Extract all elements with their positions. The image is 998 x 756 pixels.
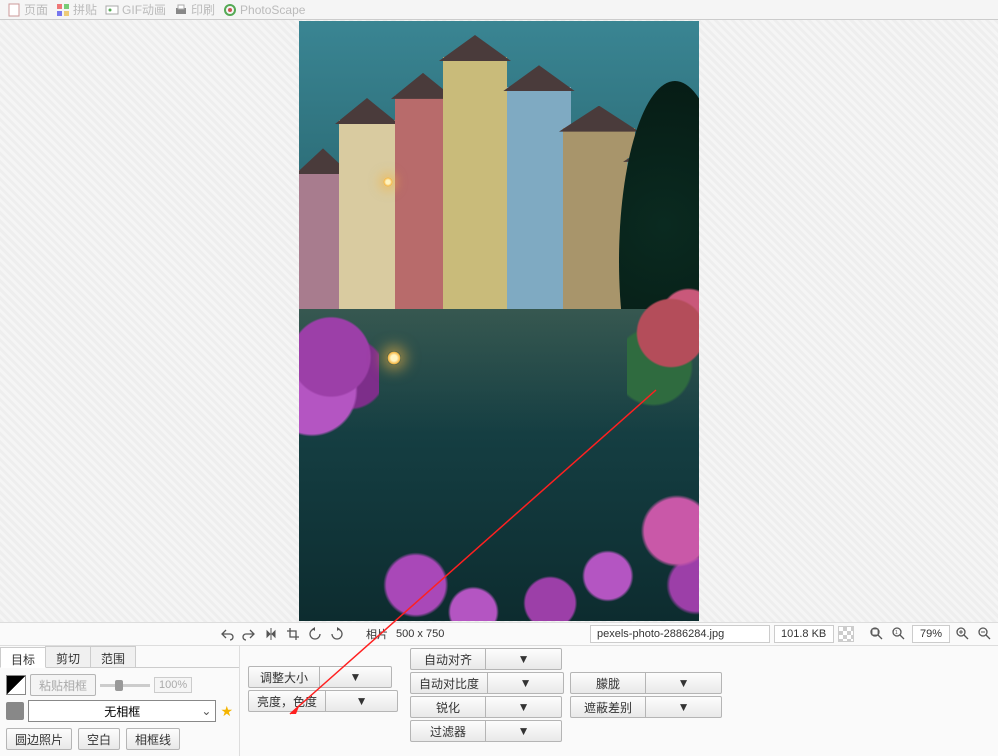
filename-field: pexels-photo-2886284.jpg <box>590 625 770 643</box>
lower-panel: 目标 剪切 范围 粘贴相框 100% 无相框 ⌄ ★ <box>0 646 998 756</box>
print-icon <box>174 3 188 17</box>
toolbar-label: PhotoScape <box>240 3 305 17</box>
toolbar-item-gif[interactable]: GIF动画 <box>102 1 169 18</box>
opacity-slider[interactable] <box>100 684 150 687</box>
filter-button[interactable]: 过滤器 <box>410 720 486 742</box>
brightness-split-button: 亮度，色度 ▼ <box>248 690 398 712</box>
frame-select[interactable]: 无相框 ⌄ <box>28 700 216 722</box>
undo-icon[interactable] <box>218 625 236 643</box>
toolbar-label: 印刷 <box>191 1 215 18</box>
transparency-icon[interactable] <box>838 626 854 642</box>
auto-contrast-button[interactable]: 自动对比度 <box>410 672 488 694</box>
toolbar-item-print[interactable]: 印刷 <box>171 1 218 18</box>
toolbar-label: 拼贴 <box>73 1 97 18</box>
auto-align-button[interactable]: 自动对齐 <box>410 648 486 670</box>
page-icon <box>7 3 21 17</box>
resize-split-button: 调整大小 ▼ <box>248 666 398 688</box>
rotate-left-icon[interactable] <box>306 625 324 643</box>
filesize-field: 101.8 KB <box>774 625 834 643</box>
image-label: 相片 <box>364 626 390 642</box>
tab-scope[interactable]: 范围 <box>90 646 136 667</box>
opacity-value: 100% <box>154 677 192 693</box>
info-bar: 相片 500 x 750 pexels-photo-2886284.jpg 10… <box>0 622 998 646</box>
zoom-field[interactable]: 79% <box>912 625 950 643</box>
mask-diff-dropdown[interactable]: ▼ <box>646 696 722 718</box>
tabs: 目标 剪切 范围 <box>0 646 239 668</box>
color-swatch-icon[interactable] <box>6 675 26 695</box>
chevron-down-icon: ⌄ <box>201 704 211 718</box>
toolbar-item-collage[interactable]: 拼贴 <box>53 1 100 18</box>
rotate-right-icon[interactable] <box>328 625 346 643</box>
zoom-fit-icon[interactable] <box>868 625 886 643</box>
round-photo-button[interactable]: 圆边照片 <box>6 728 72 750</box>
photo-preview <box>299 21 699 621</box>
auto-align-dropdown[interactable]: ▼ <box>486 648 562 670</box>
filter-dropdown[interactable]: ▼ <box>486 720 562 742</box>
frame-select-label: 无相框 <box>104 703 140 720</box>
mask-diff-button[interactable]: 遮蔽差别 <box>570 696 646 718</box>
blank-button[interactable]: 空白 <box>78 728 120 750</box>
photoscape-icon <box>223 3 237 17</box>
star-icon[interactable]: ★ <box>220 703 233 720</box>
zoom-in-icon[interactable] <box>954 625 972 643</box>
gif-icon <box>105 3 119 17</box>
frame-line-button[interactable]: 相框线 <box>126 728 180 750</box>
image-dimensions: 500 x 750 <box>394 628 446 640</box>
brightness-color-button[interactable]: 亮度，色度 <box>248 690 326 712</box>
toolbar-item-page[interactable]: 页面 <box>4 1 51 18</box>
flip-horizontal-icon[interactable] <box>262 625 280 643</box>
svg-text:1: 1 <box>895 630 898 636</box>
sharpen-button[interactable]: 锐化 <box>410 696 486 718</box>
toolbar-label: 页面 <box>24 1 48 18</box>
toolbar-label: GIF动画 <box>122 1 166 18</box>
resize-dropdown[interactable]: ▼ <box>320 666 392 688</box>
zoom-out-icon[interactable] <box>976 625 994 643</box>
paste-frame-button[interactable]: 粘贴相框 <box>30 674 96 696</box>
blur-button[interactable]: 朦胧 <box>570 672 646 694</box>
blur-dropdown[interactable]: ▼ <box>646 672 722 694</box>
canvas-area[interactable] <box>0 20 998 622</box>
resize-button[interactable]: 调整大小 <box>248 666 320 688</box>
auto-contrast-dropdown[interactable]: ▼ <box>488 672 564 694</box>
redo-icon[interactable] <box>240 625 258 643</box>
tab-target[interactable]: 目标 <box>0 647 46 668</box>
zoom-actual-icon[interactable]: 1 <box>890 625 908 643</box>
toolbar-item-photoscape[interactable]: PhotoScape <box>220 3 308 17</box>
top-toolbar: 页面 拼贴 GIF动画 印刷 PhotoScape <box>0 0 998 20</box>
sharpen-dropdown[interactable]: ▼ <box>486 696 562 718</box>
crop-icon[interactable] <box>284 625 302 643</box>
collage-icon <box>56 3 70 17</box>
brightness-dropdown[interactable]: ▼ <box>326 690 398 712</box>
frame-preview-icon[interactable] <box>6 702 24 720</box>
tab-crop[interactable]: 剪切 <box>45 646 91 667</box>
